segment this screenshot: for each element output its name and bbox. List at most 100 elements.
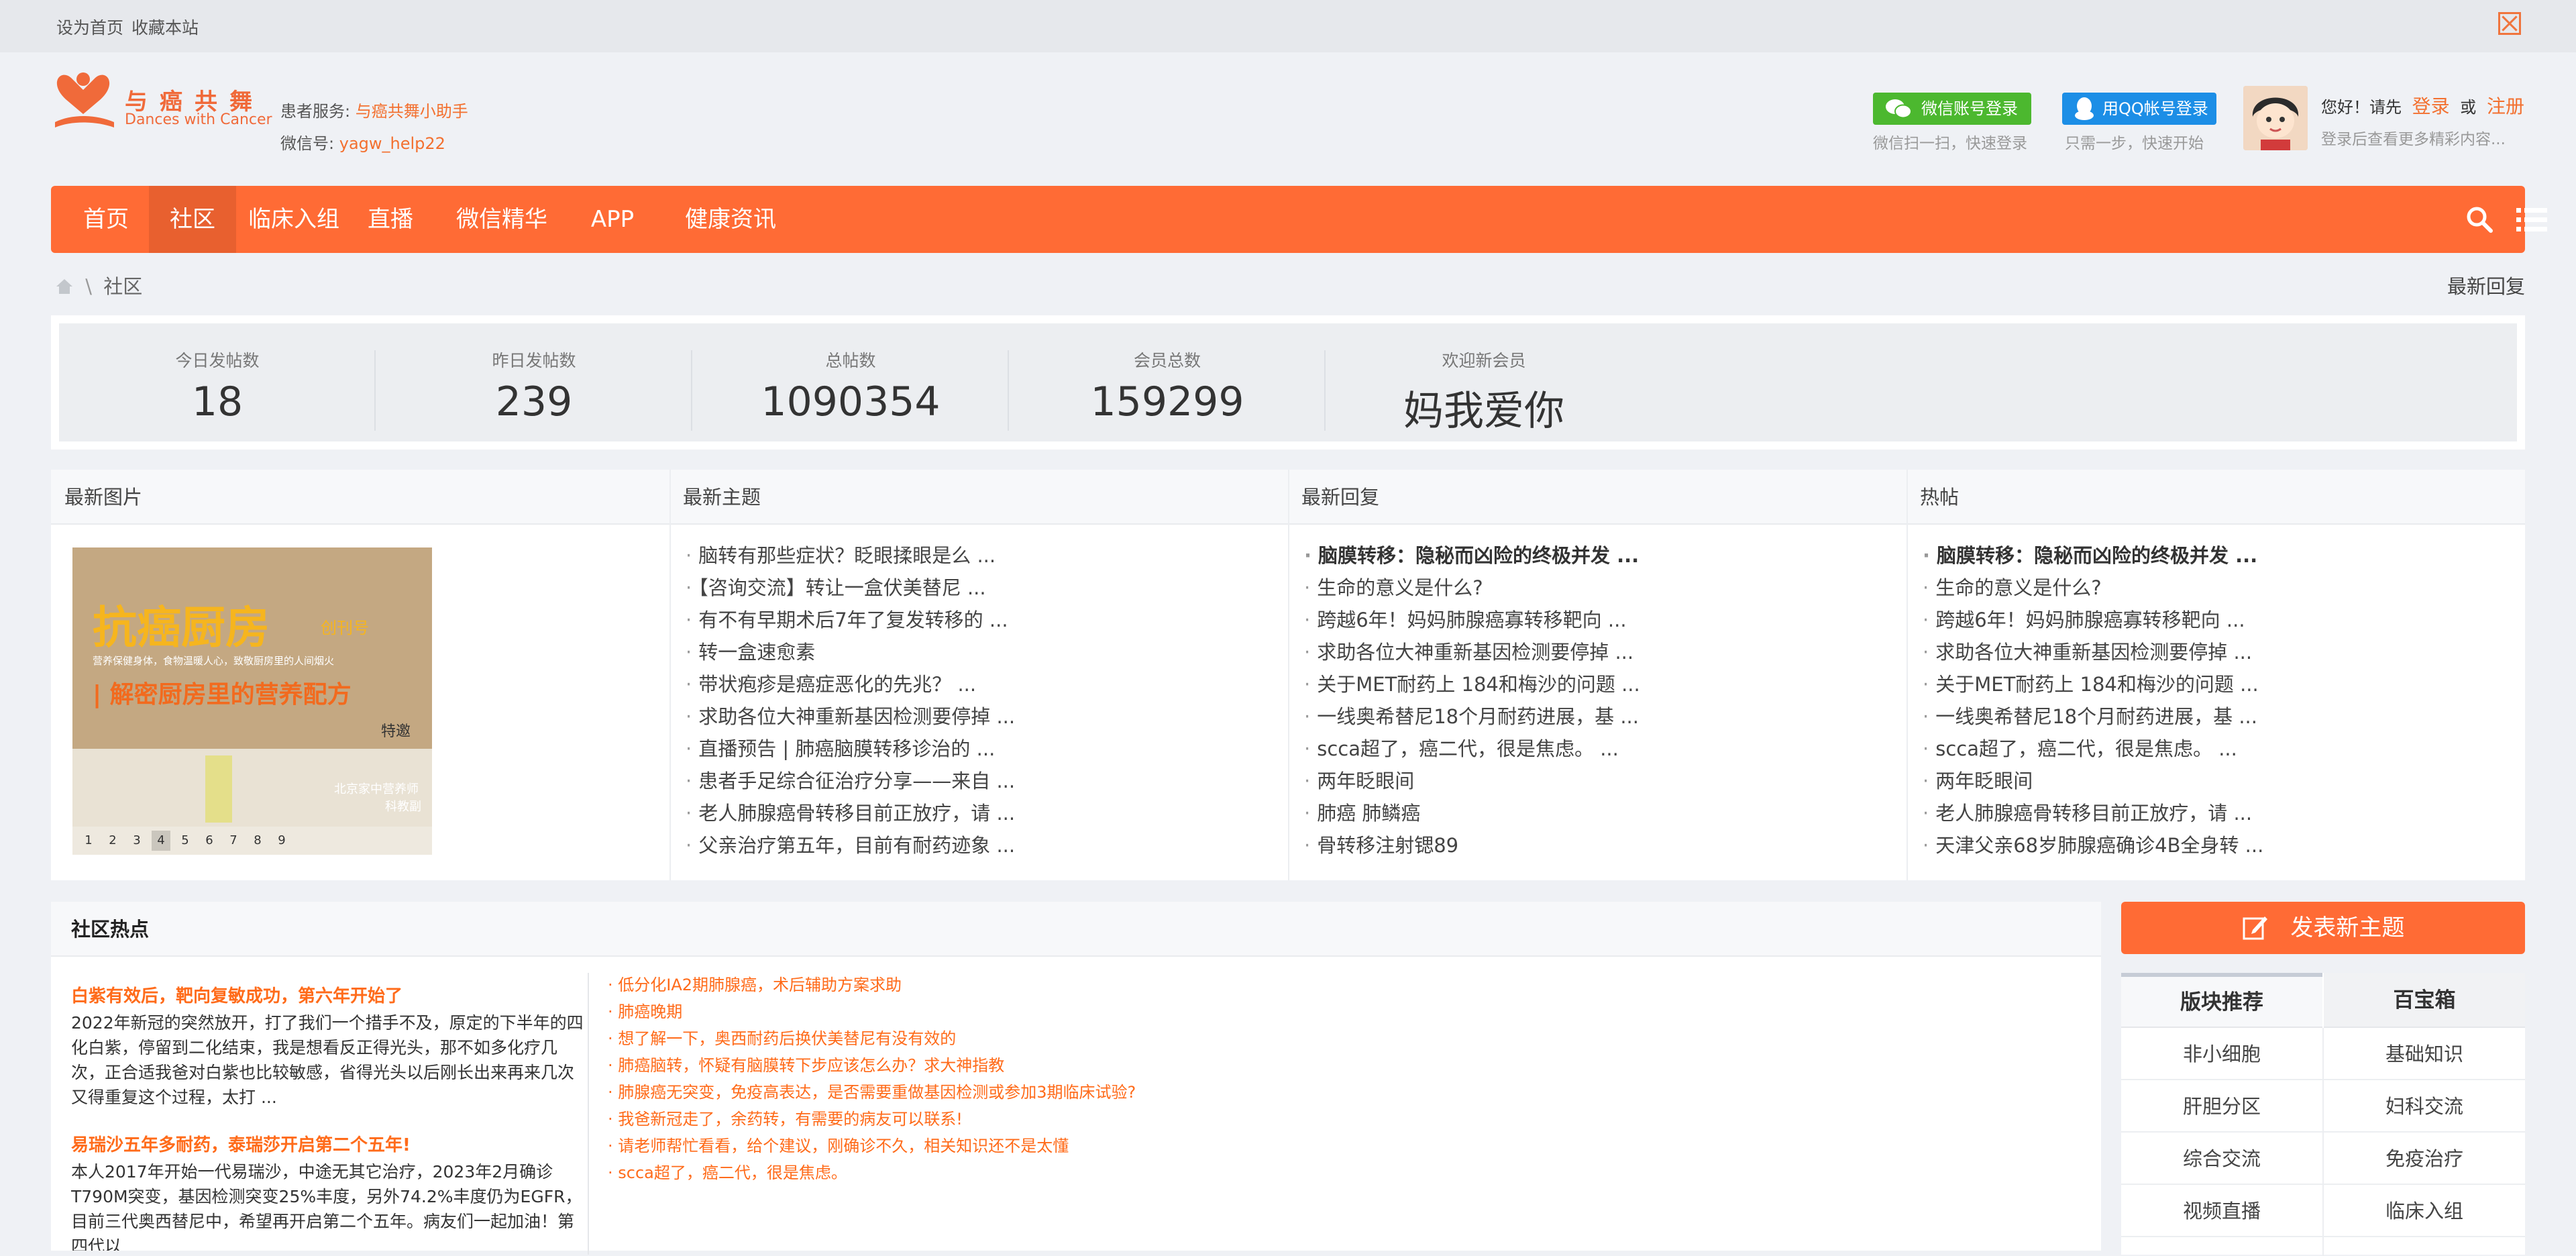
pager-dot[interactable]: 1 <box>79 831 98 851</box>
list-item[interactable]: 【咨询交流】转让一盒伏美替尼 ... <box>686 572 1015 604</box>
qq-login-button[interactable]: 用QQ帐号登录 <box>2062 93 2216 125</box>
hot-divider <box>588 973 589 1255</box>
list-item[interactable]: 脑膜转移：隐秘而凶险的终极并发 ... <box>1923 539 2263 572</box>
site-logo[interactable]: 与癌共舞 Dances with Cancer <box>51 70 272 137</box>
pager-dot-active[interactable]: 4 <box>152 831 170 851</box>
section-link[interactable]: 临床入组 <box>2324 1185 2525 1237</box>
list-item[interactable]: 求助各位大神重新基因检测要停掉 ... <box>1304 636 1640 668</box>
section-link[interactable]: 免疫治疗 <box>2324 1133 2525 1185</box>
pager-dot[interactable]: 3 <box>127 831 146 851</box>
nav-item-clinical[interactable]: 临床入组 <box>237 186 350 253</box>
list-item[interactable]: 直播预告 | 肺癌脑膜转移诊治的 ... <box>686 733 1015 765</box>
login-link[interactable]: 登录 <box>2412 95 2450 117</box>
fullscreen-icon[interactable] <box>2498 12 2521 35</box>
list-item[interactable]: 求助各位大神重新基因检测要停掉 ... <box>686 700 1015 733</box>
hot-story-title[interactable]: 易瑞沙五年多耐药，泰瑞莎开启第二个五年! <box>71 1131 411 1156</box>
nav-item-wechat-best[interactable]: 微信精华 <box>444 186 559 253</box>
slide-pager: 1 2 3 4 5 6 7 8 9 <box>72 827 432 855</box>
list-item[interactable]: 老人肺腺癌骨转移目前正放疗，请 ... <box>1923 797 2263 829</box>
new-topic-button[interactable]: 发表新主题 <box>2121 902 2525 954</box>
nav-item-health-news[interactable]: 健康资讯 <box>657 186 804 253</box>
nav-item-home[interactable]: 首页 <box>51 186 161 253</box>
hello-text: 您好！请先 <box>2321 98 2402 117</box>
list-item[interactable]: 生命的意义是什么? <box>1304 572 1640 604</box>
avatar[interactable] <box>2243 86 2308 150</box>
search-icon[interactable] <box>2466 206 2493 233</box>
list-item[interactable]: 脑膜转移：隐秘而凶险的终极并发 ... <box>1304 539 1640 572</box>
logo-mark-icon <box>55 72 114 127</box>
stat-members: 会员总数 159299 <box>1009 323 1326 441</box>
hot-link[interactable]: 肺癌脑转，怀疑有脑膜转下步应该怎么办？求大神指教 <box>608 1052 1136 1079</box>
list-item[interactable]: 两年眨眼间 <box>1304 765 1640 797</box>
list-item[interactable]: 患者手足综合征治疗分享——来自 ... <box>686 765 1015 797</box>
menu-icon[interactable] <box>2516 206 2547 233</box>
list-item[interactable]: 带状疱疹是癌症恶化的先兆？ ... <box>686 668 1015 700</box>
section-link[interactable]: 妇科交流 <box>2324 1080 2525 1133</box>
section-link[interactable]: 视频直播 <box>2121 1185 2322 1237</box>
breadcrumb: \ 社区 <box>55 271 142 299</box>
list-item[interactable]: 关于MET耐药上 184和梅沙的问题 ... <box>1304 668 1640 700</box>
image-subtitle: 营养保健身体，食物温暖人心，致敬厨房里的人间烟火 <box>93 655 335 667</box>
section-link[interactable]: 非小细胞 <box>2121 1028 2322 1080</box>
list-item[interactable]: 跨越6年！妈妈肺腺癌寡转移靶向 ... <box>1304 604 1640 636</box>
list-item[interactable]: 两年眨眼间 <box>1923 765 2263 797</box>
list-item[interactable]: 一线奥希替尼18个月耐药进展，基 ... <box>1304 700 1640 733</box>
pager-dot[interactable]: 5 <box>176 831 195 851</box>
list-item[interactable]: 老人肺腺癌骨转移目前正放疗，请 ... <box>686 797 1015 829</box>
section-link[interactable]: 综合交流 <box>2121 1133 2322 1185</box>
patient-service: 患者服务: 与癌共舞小助手 <box>280 98 468 121</box>
section-link[interactable]: 肝胆分区 <box>2121 1080 2322 1133</box>
list-item[interactable]: scca超了，癌二代，很是焦虑。 ... <box>1923 733 2263 765</box>
login-tip: 登录后查看更多精彩内容... <box>2321 131 2506 148</box>
nav-item-live[interactable]: 直播 <box>350 186 431 253</box>
list-item[interactable]: 肺癌 肺鳞癌 <box>1304 797 1640 829</box>
latest-image-slide[interactable]: 抗癌厨房 创刊号 营养保健身体，食物温暖人心，致敬厨房里的人间烟火 | 解密厨房… <box>72 547 432 855</box>
login-prompt: 您好！请先 登录 或 注册 <box>2321 92 2524 119</box>
hot-link[interactable]: 请老师帮忙看看，给个建议，刚确诊不久，相关知识还不是太懂 <box>608 1133 1136 1159</box>
patient-service-link[interactable]: 与癌共舞小助手 <box>356 102 468 121</box>
list-item[interactable]: 父亲治疗第五年，目前有耐药迹象 ... <box>686 829 1015 861</box>
panel-divider <box>1288 470 1289 880</box>
list-item[interactable]: 骨转移注射锶89 <box>1304 829 1640 861</box>
list-item[interactable]: 关于MET耐药上 184和梅沙的问题 ... <box>1923 668 2263 700</box>
hot-link[interactable]: 肺腺癌无突变，免疫高表达，是否需要重做基因检测或参加3期临床试验? <box>608 1079 1136 1106</box>
register-link[interactable]: 注册 <box>2487 95 2524 117</box>
bookmark-link[interactable]: 收藏本站 <box>131 15 199 39</box>
pager-dot[interactable]: 8 <box>248 831 267 851</box>
list-item[interactable]: 脑转有那些症状？眨眼揉眼是么 ... <box>686 539 1015 572</box>
pager-dot[interactable]: 7 <box>224 831 243 851</box>
pager-dot[interactable]: 9 <box>272 831 291 851</box>
image-title: 抗癌厨房 <box>93 601 270 653</box>
hot-link[interactable]: 肺癌晚期 <box>608 998 1136 1025</box>
new-member-link[interactable]: 妈我爱你 <box>1326 378 1642 437</box>
hot-link[interactable]: 我爸新冠走了，余药转，有需要的病友可以联系! <box>608 1106 1136 1133</box>
wechat-label: 微信号: <box>280 134 335 153</box>
latest-reply-link[interactable]: 最新回复 <box>2447 271 2525 299</box>
hot-link[interactable]: 想了解一下，奥西耐药后换伏美替尼有没有效的 <box>608 1025 1136 1052</box>
list-item[interactable]: 有不有早期术后7年了复发转移的 ... <box>686 604 1015 636</box>
list-item[interactable]: 天津父亲68岁肺腺癌确诊4B全身转 ... <box>1923 829 2263 861</box>
list-item[interactable]: 生命的意义是什么? <box>1923 572 2263 604</box>
tab-toolbox[interactable]: 百宝箱 <box>2324 973 2525 1028</box>
nav-item-community[interactable]: 社区 <box>149 186 236 253</box>
hot-story-title[interactable]: 白紫有效后，靶向复敏成功，第六年开始了 <box>71 982 402 1007</box>
list-item[interactable]: scca超了，癌二代，很是焦虑。 ... <box>1304 733 1640 765</box>
list-item[interactable]: 求助各位大神重新基因检测要停掉 ... <box>1923 636 2263 668</box>
wechat-login-button[interactable]: 微信账号登录 <box>1873 93 2031 125</box>
pager-dot[interactable]: 2 <box>103 831 122 851</box>
list-item[interactable]: 跨越6年！妈妈肺腺癌寡转移靶向 ... <box>1923 604 2263 636</box>
tab-section-recommend[interactable]: 版块推荐 <box>2121 973 2322 1028</box>
hot-link[interactable]: scca超了，癌二代，很是焦虑。 <box>608 1159 1136 1186</box>
list-item[interactable]: 一线奥希替尼18个月耐药进展，基 ... <box>1923 700 2263 733</box>
set-home-link[interactable]: 设为首页 <box>56 15 123 39</box>
stat-total-posts: 总帖数 1090354 <box>692 323 1009 441</box>
breadcrumb-current[interactable]: 社区 <box>103 275 142 298</box>
pager-dot[interactable]: 6 <box>200 831 219 851</box>
home-icon[interactable] <box>55 278 74 295</box>
nav-item-app[interactable]: APP <box>577 186 648 253</box>
hot-link[interactable]: 低分化IA2期肺腺癌，术后辅助方案求助 <box>608 972 1136 998</box>
section-link[interactable]: 基础知识 <box>2324 1028 2525 1080</box>
stat-today-posts: 今日发帖数 18 <box>59 323 376 441</box>
list-item[interactable]: 转一盒速愈素 <box>686 636 1015 668</box>
wechat-login-label: 微信账号登录 <box>1921 99 2018 118</box>
